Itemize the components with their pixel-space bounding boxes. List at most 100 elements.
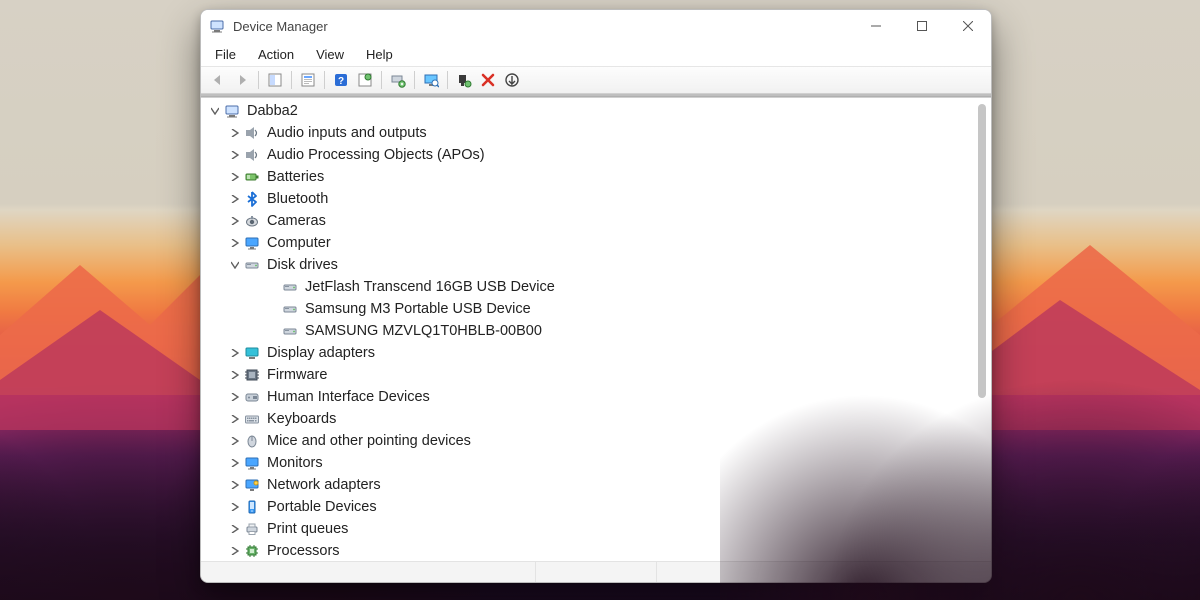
tree-root[interactable]: Dabba2 <box>205 100 973 122</box>
tree-node-label: Portable Devices <box>267 496 377 518</box>
expand-toggle[interactable] <box>227 342 243 364</box>
tree-device[interactable]: JetFlash Transcend 16GB USB Device <box>205 276 973 298</box>
menu-view[interactable]: View <box>306 45 354 64</box>
expand-toggle[interactable] <box>227 408 243 430</box>
toolbar-forward-button[interactable] <box>231 69 253 91</box>
toolbar-back-button[interactable] <box>207 69 229 91</box>
toolbar-action-center-button[interactable] <box>354 69 376 91</box>
tree-category[interactable]: Firmware <box>205 364 973 386</box>
tree-category[interactable]: Batteries <box>205 166 973 188</box>
toolbar-separator <box>258 71 259 89</box>
maximize-button[interactable] <box>899 10 945 42</box>
toolbar-disable-button[interactable] <box>477 69 499 91</box>
tree-node-label: Monitors <box>267 452 323 474</box>
menubar: File Action View Help <box>201 42 991 67</box>
tree-node-label: Firmware <box>267 364 327 386</box>
expand-toggle[interactable] <box>227 122 243 144</box>
keyboard-icon <box>243 410 261 428</box>
mouse-icon <box>243 432 261 450</box>
drive-icon <box>281 300 299 318</box>
window-title: Device Manager <box>233 19 328 34</box>
computer-icon <box>223 102 241 120</box>
drive-icon <box>281 322 299 340</box>
tree-category[interactable]: Print queues <box>205 518 973 540</box>
tree-category[interactable]: Audio Processing Objects (APOs) <box>205 144 973 166</box>
monitor-icon <box>243 234 261 252</box>
bluetooth-icon <box>243 190 261 208</box>
tree-category[interactable]: Human Interface Devices <box>205 386 973 408</box>
menu-action[interactable]: Action <box>248 45 304 64</box>
expand-toggle[interactable] <box>227 496 243 518</box>
tree-node-label: Print queues <box>267 518 348 540</box>
portable-icon <box>243 498 261 516</box>
tree-category[interactable]: Portable Devices <box>205 496 973 518</box>
tree-category[interactable]: Cameras <box>205 210 973 232</box>
toolbar-uninstall-button[interactable] <box>453 69 475 91</box>
toolbar-show-tree-button[interactable] <box>264 69 286 91</box>
tree-category[interactable]: Network adapters <box>205 474 973 496</box>
expand-toggle[interactable] <box>227 166 243 188</box>
statusbar-cell <box>536 562 657 582</box>
content-area: Dabba2Audio inputs and outputsAudio Proc… <box>201 94 991 561</box>
tree-node-label: Samsung M3 Portable USB Device <box>305 298 531 320</box>
expand-toggle[interactable] <box>227 144 243 166</box>
expand-toggle[interactable] <box>227 452 243 474</box>
tree-category[interactable]: Processors <box>205 540 973 557</box>
tree-category[interactable]: Bluetooth <box>205 188 973 210</box>
tree-category[interactable]: Monitors <box>205 452 973 474</box>
tree-category[interactable]: Display adapters <box>205 342 973 364</box>
toolbar-update-driver-button[interactable] <box>387 69 409 91</box>
expand-toggle[interactable] <box>227 188 243 210</box>
tree-node-label: Computer <box>267 232 331 254</box>
toolbar-properties-button[interactable] <box>297 69 319 91</box>
menu-help[interactable]: Help <box>356 45 403 64</box>
tree-category[interactable]: Disk drives <box>205 254 973 276</box>
toolbar-scan-button[interactable] <box>420 69 442 91</box>
expand-toggle[interactable] <box>207 100 223 122</box>
vertical-scrollbar[interactable] <box>975 102 989 555</box>
device-tree[interactable]: Dabba2Audio inputs and outputsAudio Proc… <box>205 100 973 557</box>
toolbar-add-hardware-button[interactable] <box>501 69 523 91</box>
tree-category[interactable]: Keyboards <box>205 408 973 430</box>
tree-node-label: Disk drives <box>267 254 338 276</box>
tree-node-label: SAMSUNG MZVLQ1T0HBLB-00B00 <box>305 320 542 342</box>
audio-icon <box>243 124 261 142</box>
menu-file[interactable]: File <box>205 45 246 64</box>
titlebar[interactable]: Device Manager <box>201 10 991 42</box>
minimize-button[interactable] <box>853 10 899 42</box>
tree-node-label: Display adapters <box>267 342 375 364</box>
drive-icon <box>281 278 299 296</box>
camera-icon <box>243 212 261 230</box>
tree-node-label: Network adapters <box>267 474 381 496</box>
toolbar-help-button[interactable] <box>330 69 352 91</box>
tree-device[interactable]: SAMSUNG MZVLQ1T0HBLB-00B00 <box>205 320 973 342</box>
expand-toggle[interactable] <box>227 474 243 496</box>
tree-category[interactable]: Audio inputs and outputs <box>205 122 973 144</box>
toolbar-separator <box>381 71 382 89</box>
expand-toggle[interactable] <box>227 540 243 557</box>
battery-icon <box>243 168 261 186</box>
tree-node-label: Batteries <box>267 166 324 188</box>
network-icon <box>243 476 261 494</box>
scrollbar-thumb[interactable] <box>978 104 986 398</box>
expand-toggle[interactable] <box>227 386 243 408</box>
tree-category[interactable]: Computer <box>205 232 973 254</box>
expand-toggle[interactable] <box>227 364 243 386</box>
close-button[interactable] <box>945 10 991 42</box>
expand-toggle[interactable] <box>227 232 243 254</box>
tree-node-label: Audio inputs and outputs <box>267 122 427 144</box>
tree-device[interactable]: Samsung M3 Portable USB Device <box>205 298 973 320</box>
tree-node-label: JetFlash Transcend 16GB USB Device <box>305 276 555 298</box>
tree-node-label: Cameras <box>267 210 326 232</box>
toolbar <box>201 67 991 94</box>
tree-category[interactable]: Mice and other pointing devices <box>205 430 973 452</box>
toolbar-separator <box>324 71 325 89</box>
toolbar-separator <box>447 71 448 89</box>
firmware-icon <box>243 366 261 384</box>
expand-toggle[interactable] <box>227 518 243 540</box>
toolbar-separator <box>291 71 292 89</box>
expand-toggle[interactable] <box>227 210 243 232</box>
drive-icon <box>243 256 261 274</box>
expand-toggle[interactable] <box>227 430 243 452</box>
expand-toggle[interactable] <box>227 254 243 276</box>
